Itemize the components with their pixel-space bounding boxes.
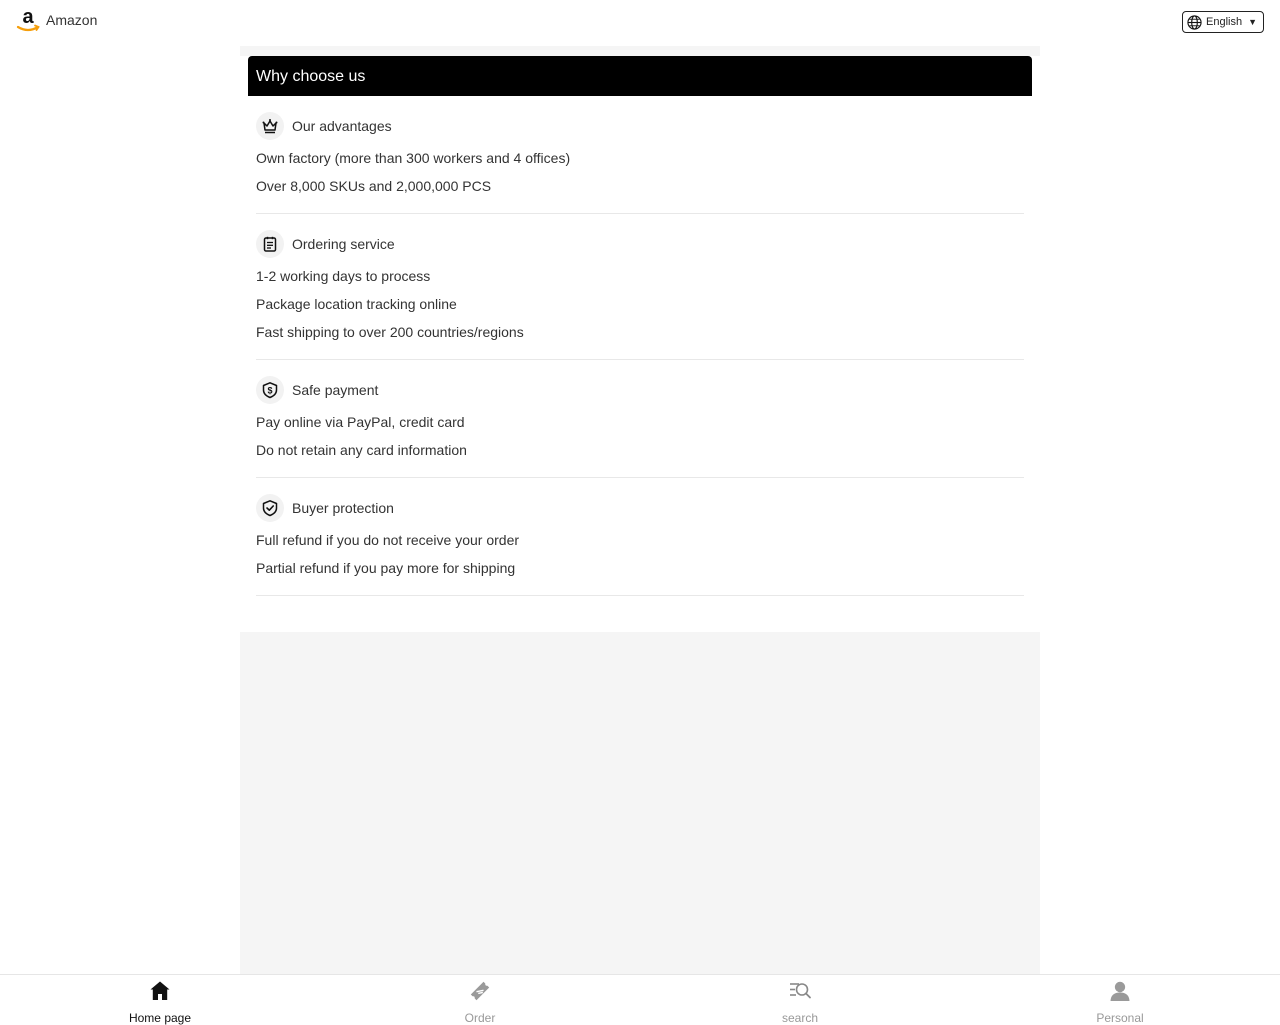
tab-personal[interactable]: Personal [1040,979,1200,1025]
section-title: Ordering service [292,236,395,252]
section-title: Safe payment [292,382,379,398]
top-bar: a Amazon English ▼ [0,0,1280,46]
brand[interactable]: a Amazon [16,6,97,34]
clipboard-icon [256,230,284,258]
section-line: Do not retain any card information [256,442,467,458]
bottom-tab-bar: Home page Order search Personal [0,974,1280,1025]
crown-icon [256,112,284,140]
section-line: Package location tracking online [256,296,457,312]
section-list: Our advantages Own factory (more than 30… [256,96,1024,596]
search-icon [790,983,811,999]
ticket-icon [470,981,490,1001]
section-advantages: Our advantages Own factory (more than 30… [256,96,1024,214]
svg-text:a: a [22,6,34,28]
brand-name: Amazon [46,12,98,28]
why-choose-us-panel: Why choose us Our advantages Own factory… [240,56,1040,632]
person-icon [1110,981,1130,1001]
shield-dollar-icon: $ [256,376,284,404]
tab-label: search [781,1011,819,1025]
language-selector[interactable]: English ▼ [1182,11,1264,33]
svg-text:$: $ [267,386,272,396]
section-line: 1-2 working days to process [256,268,431,284]
tab-label: Home page [128,1011,192,1025]
section-safe-payment: $ Safe payment Pay online via PayPal, cr… [256,360,1024,478]
amazon-logo-icon: a [16,6,40,32]
section-line: Pay online via PayPal, credit card [256,414,465,430]
panel-title: Why choose us [248,56,1032,96]
tab-order[interactable]: Order [400,979,560,1025]
shield-check-icon [256,494,284,522]
section-line: Full refund if you do not receive your o… [256,532,520,548]
tab-home[interactable]: Home page [80,979,240,1025]
section-title: Buyer protection [292,500,394,516]
tab-label: Order [464,1011,496,1025]
section-ordering-service: Ordering service 1-2 working days to pro… [256,214,1024,360]
section-line: Own factory (more than 300 workers and 4… [256,150,571,166]
section-buyer-protection: Buyer protection Full refund if you do n… [256,478,1024,596]
language-label: English [1206,16,1243,28]
section-line: Over 8,000 SKUs and 2,000,000 PCS [256,178,492,194]
section-line: Fast shipping to over 200 countries/regi… [256,324,524,340]
tab-search[interactable]: search [720,979,880,1025]
section-line: Partial refund if you pay more for shipp… [256,560,516,576]
caret-down-icon: ▼ [1248,17,1257,27]
tab-label: Personal [1096,1011,1144,1025]
section-title: Our advantages [292,118,392,134]
main-content: Why choose us Our advantages Own factory… [240,46,1040,974]
globe-icon [1187,14,1202,30]
home-icon [150,981,170,1000]
